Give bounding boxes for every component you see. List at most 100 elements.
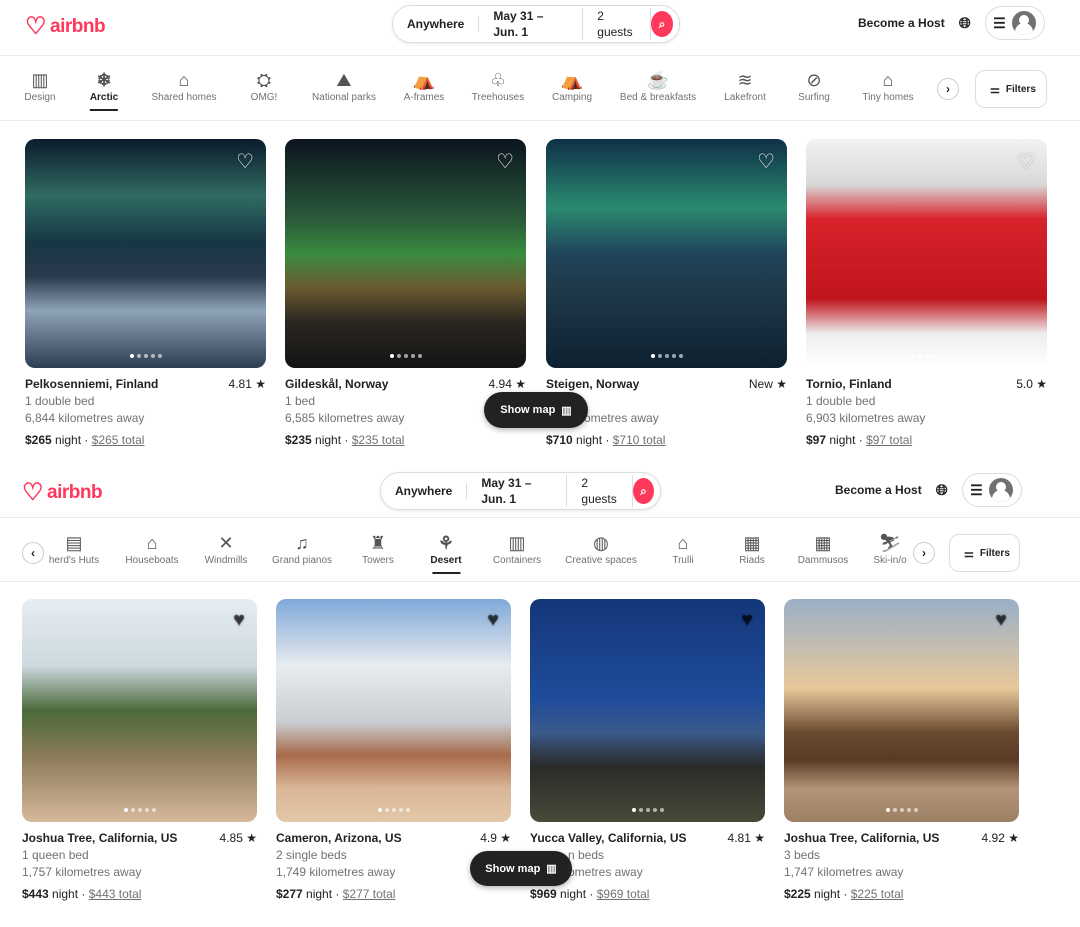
search-guests[interactable]: 2 guests <box>583 8 651 40</box>
listing-card[interactable]: ♡ Tornio, Finland 5.0 ★ 1 double bed 6,903 k… <box>806 139 1047 447</box>
category-dammusos[interactable]: ▦ Dammusos <box>798 531 849 566</box>
category-trulli[interactable]: ⌂ Trulli <box>672 531 693 566</box>
listing-photo[interactable]: ♥ <box>530 599 765 822</box>
carousel-dot[interactable] <box>405 808 410 812</box>
search-button[interactable]: ⌕ <box>633 478 654 504</box>
category-herd-s-huts[interactable]: ▤ herd's Huts <box>49 531 99 566</box>
total-price-link[interactable]: $235 total <box>352 433 405 447</box>
photo-carousel-dots[interactable] <box>910 354 943 358</box>
category-design[interactable]: ▥ Design <box>24 68 55 103</box>
heart-icon[interactable]: ♡ <box>496 149 514 174</box>
photo-carousel-dots[interactable] <box>377 808 410 812</box>
listing-photo[interactable]: ♥ <box>22 599 257 822</box>
carousel-dot[interactable] <box>398 808 403 812</box>
filters-button[interactable]: ⚌ Filters <box>949 534 1020 572</box>
carousel-dot[interactable] <box>130 808 135 812</box>
listing-card[interactable]: ♡ Pelkosenniemi, Finland 4.81 ★ 1 double be… <box>25 139 266 447</box>
search-dates[interactable]: May 31 – Jun. 1 <box>467 475 568 507</box>
carousel-dot[interactable] <box>391 808 396 812</box>
heart-icon[interactable]: ♡ <box>757 149 775 174</box>
carousel-dot[interactable] <box>650 354 655 358</box>
carousel-dot[interactable] <box>123 808 128 812</box>
become-host-link[interactable]: Become a Host <box>858 16 945 30</box>
carousel-dot[interactable] <box>151 808 156 812</box>
carousel-dot[interactable] <box>671 354 676 358</box>
category-creative-spaces[interactable]: ◍ Creative spaces <box>565 531 637 566</box>
user-menu-button[interactable]: ☰ <box>984 6 1045 40</box>
category-omg-[interactable]: ⛭ OMG! <box>251 68 278 103</box>
carousel-dot[interactable] <box>678 354 683 358</box>
carousel-dot[interactable] <box>150 354 155 358</box>
category-treehouses[interactable]: ♧ Treehouses <box>472 68 524 103</box>
carousel-dot[interactable] <box>652 808 657 812</box>
listing-photo[interactable]: ♥ <box>784 599 1019 822</box>
globe-icon[interactable]: 🌐︎ <box>936 482 948 499</box>
carousel-dot[interactable] <box>384 808 389 812</box>
search-guests[interactable]: 2 guests <box>567 475 634 507</box>
carousel-dot[interactable] <box>906 808 911 812</box>
category-towers[interactable]: ♜ Towers <box>362 531 394 566</box>
carousel-dot[interactable] <box>924 354 929 358</box>
carousel-dot[interactable] <box>396 354 401 358</box>
category-houseboats[interactable]: ⌂ Houseboats <box>125 531 178 566</box>
search-button[interactable]: ⌕ <box>650 11 673 37</box>
carousel-dot[interactable] <box>899 808 904 812</box>
photo-carousel-dots[interactable] <box>129 354 162 358</box>
scroll-right-button[interactable]: › <box>913 542 935 564</box>
photo-carousel-dots[interactable] <box>389 354 422 358</box>
heart-icon[interactable]: ♡ <box>1017 149 1035 174</box>
carousel-dot[interactable] <box>403 354 408 358</box>
carousel-dot[interactable] <box>892 808 897 812</box>
carousel-dot[interactable] <box>137 808 142 812</box>
carousel-dot[interactable] <box>659 808 664 812</box>
heart-icon[interactable]: ♥ <box>741 609 753 632</box>
category-bed-breakfasts[interactable]: ☕ Bed & breakfasts <box>620 68 696 103</box>
globe-icon[interactable]: 🌐︎ <box>959 15 971 32</box>
scroll-left-button[interactable]: ‹ <box>22 542 44 564</box>
carousel-dot[interactable] <box>638 808 643 812</box>
listing-photo[interactable]: ♡ <box>546 139 787 368</box>
category-tiny-homes[interactable]: ⌂ Tiny homes <box>862 68 913 103</box>
show-map-button[interactable]: Show map ▥ <box>484 392 588 428</box>
search-bar[interactable]: Anywhere May 31 – Jun. 12 guests ⌕ <box>380 472 661 510</box>
search-anywhere[interactable]: Anywhere <box>393 16 480 32</box>
airbnb-logo[interactable]: ♡ airbnb <box>25 12 106 41</box>
carousel-dot[interactable] <box>377 808 382 812</box>
carousel-dot[interactable] <box>910 354 915 358</box>
total-price-link[interactable]: $265 total <box>92 433 145 447</box>
carousel-dot[interactable] <box>136 354 141 358</box>
heart-icon[interactable]: ♥ <box>487 609 499 632</box>
total-price-link[interactable]: $97 total <box>866 433 912 447</box>
category-national-parks[interactable]: ⛰ National parks <box>312 68 376 103</box>
carousel-dot[interactable] <box>885 808 890 812</box>
show-map-button[interactable]: Show map ▥ <box>470 851 572 886</box>
category-lakefront[interactable]: ≋ Lakefront <box>724 68 766 103</box>
total-price-link[interactable]: $710 total <box>613 433 666 447</box>
listing-photo[interactable]: ♡ <box>285 139 526 368</box>
airbnb-logo[interactable]: ♡ airbnb <box>22 478 103 507</box>
category-containers[interactable]: ▥ Containers <box>493 531 541 566</box>
search-anywhere[interactable]: Anywhere <box>381 483 468 499</box>
listing-photo[interactable]: ♡ <box>806 139 1047 368</box>
search-bar[interactable]: Anywhere May 31 – Jun. 12 guests ⌕ <box>392 5 680 43</box>
carousel-dot[interactable] <box>144 808 149 812</box>
category-windmills[interactable]: ✕ Windmills <box>205 531 248 566</box>
carousel-dot[interactable] <box>129 354 134 358</box>
carousel-dot[interactable] <box>931 354 936 358</box>
carousel-dot[interactable] <box>417 354 422 358</box>
listing-photo[interactable]: ♡ <box>25 139 266 368</box>
carousel-dot[interactable] <box>410 354 415 358</box>
total-price-link[interactable]: $277 total <box>343 887 396 901</box>
category-desert[interactable]: ⚘ Desert <box>430 531 461 574</box>
heart-icon[interactable]: ♡ <box>236 149 254 174</box>
photo-carousel-dots[interactable] <box>885 808 918 812</box>
filters-button[interactable]: ⚌ Filters <box>975 70 1047 108</box>
photo-carousel-dots[interactable] <box>123 808 156 812</box>
carousel-dot[interactable] <box>917 354 922 358</box>
category-riads[interactable]: ▦ Riads <box>739 531 765 566</box>
carousel-dot[interactable] <box>143 354 148 358</box>
listing-card[interactable]: ♥ Joshua Tree, California, US 4.85 ★ 1 quee… <box>22 599 257 901</box>
carousel-dot[interactable] <box>664 354 669 358</box>
carousel-dot[interactable] <box>645 808 650 812</box>
category-surfing[interactable]: ⊘ Surfing <box>798 68 830 103</box>
